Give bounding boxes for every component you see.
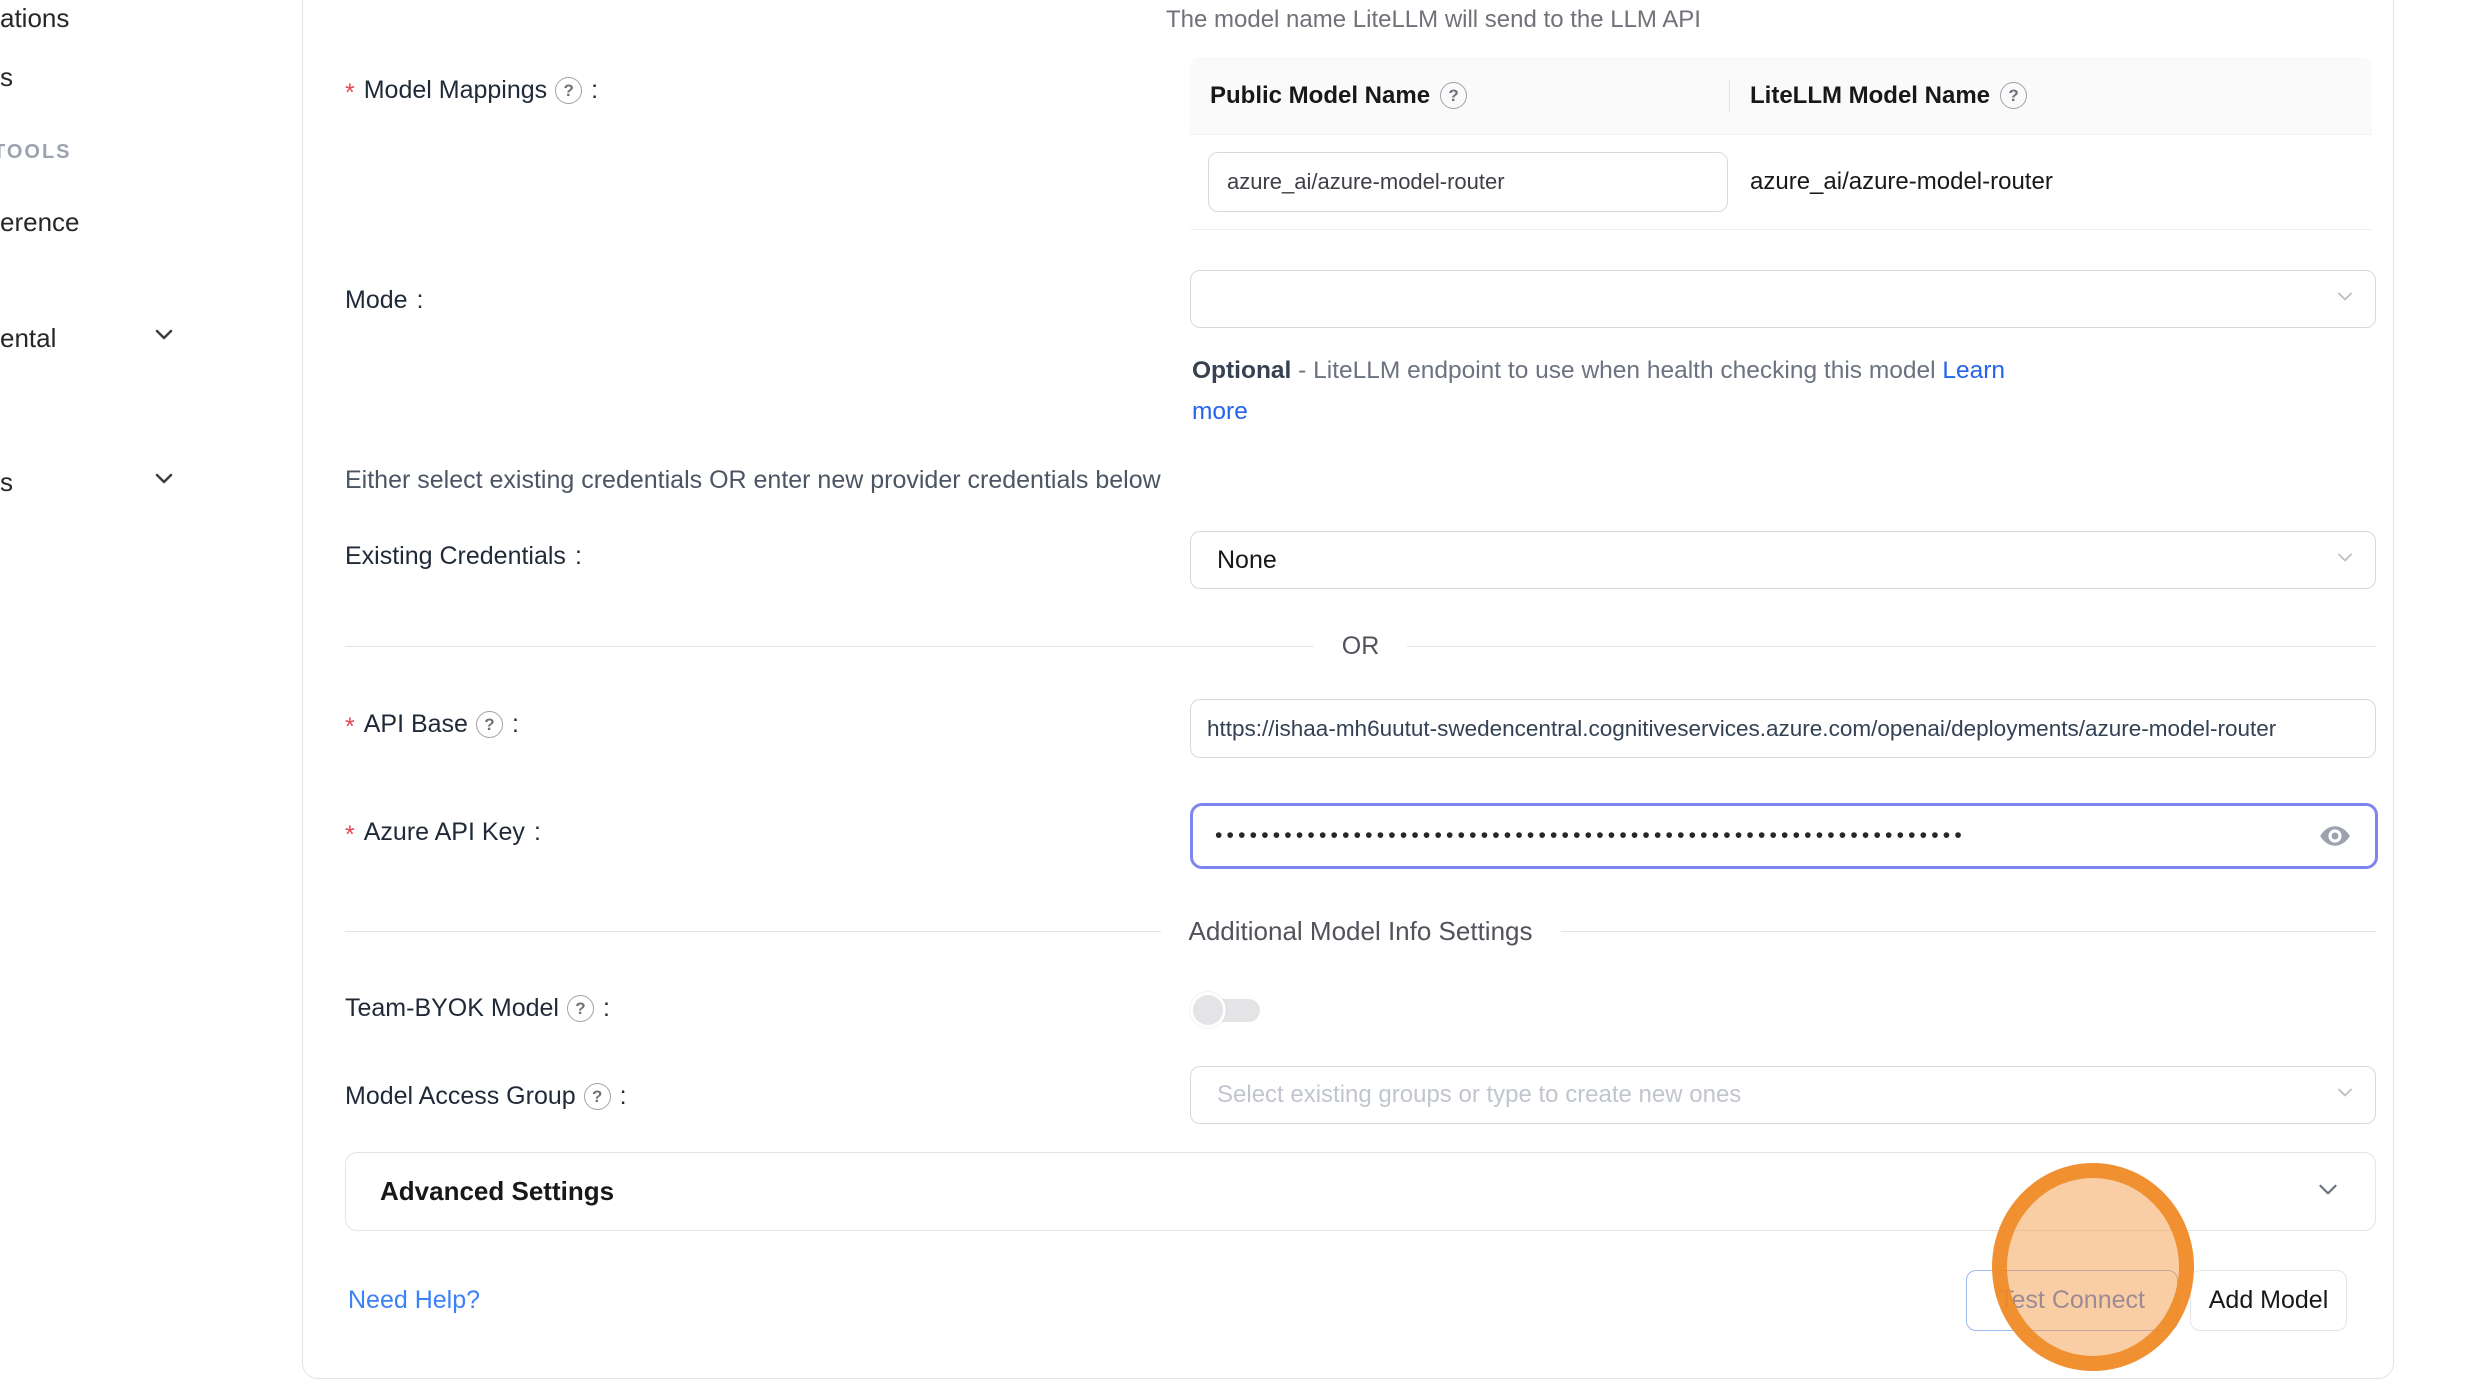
column-header-public-model-name: Public Model Name ? [1190, 57, 1730, 134]
azure-api-key-label: * Azure API Key : [345, 818, 541, 847]
test-connect-button[interactable]: Test Connect [1966, 1270, 2178, 1331]
label-colon: : [417, 286, 424, 315]
help-icon[interactable]: ? [476, 711, 503, 738]
model-mappings-table: Public Model Name ? LiteLLM Model Name ?… [1190, 57, 2372, 230]
litellm-model-name-value: azure_ai/azure-model-router [1750, 168, 2053, 195]
team-byok-toggle[interactable] [1190, 990, 1264, 1030]
table-row: azure_ai/azure-model-router [1190, 135, 2372, 230]
label-colon: : [591, 76, 598, 105]
table-header-row: Public Model Name ? LiteLLM Model Name ? [1190, 57, 2372, 135]
column-header-litellm-model-name: LiteLLM Model Name ? [1730, 57, 2372, 134]
select-placeholder: Select existing groups or type to create… [1217, 1081, 1741, 1109]
label-colon: : [620, 1082, 627, 1111]
eye-icon[interactable] [2317, 818, 2353, 854]
required-asterisk: * [345, 713, 355, 742]
label-colon: : [534, 818, 541, 847]
chevron-down-icon [2335, 546, 2355, 575]
mode-help-text: Optional - LiteLLM endpoint to use when … [1192, 350, 2037, 432]
azure-api-key-input[interactable]: ••••••••••••••••••••••••••••••••••••••••… [1190, 803, 2378, 869]
existing-credentials-label: Existing Credentials : [345, 542, 582, 571]
model-mappings-label: * Model Mappings ? : [345, 76, 598, 105]
chevron-down-icon [2315, 1176, 2341, 1207]
chevron-down-icon [152, 322, 176, 351]
credentials-note: Either select existing credentials OR en… [345, 466, 1161, 495]
api-base-label: * API Base ? : [345, 710, 519, 739]
label-colon: : [603, 994, 610, 1023]
sidebar-section-tools: TOOLS [0, 141, 72, 164]
sidebar-item-guardrails[interactable]: s [0, 62, 13, 93]
api-base-input[interactable] [1190, 699, 2376, 758]
mode-label: Mode : [345, 286, 424, 315]
chevron-down-icon [152, 466, 176, 495]
public-model-name-input[interactable] [1208, 152, 1728, 212]
or-divider: OR [345, 632, 2376, 661]
advanced-settings-title: Advanced Settings [380, 1176, 614, 1207]
required-asterisk: * [345, 79, 355, 108]
label-colon: : [512, 710, 519, 739]
add-model-page: ations s TOOLS erence ental s The model … [0, 0, 2477, 1385]
chevron-down-icon [2335, 285, 2355, 314]
existing-credentials-select[interactable]: None [1190, 531, 2376, 589]
add-model-button[interactable]: Add Model [2190, 1270, 2347, 1331]
model-name-hint: The model name LiteLLM will send to the … [1166, 6, 1701, 34]
model-access-group-select[interactable]: Select existing groups or type to create… [1190, 1066, 2376, 1124]
chevron-down-icon [2335, 1081, 2355, 1110]
help-icon[interactable]: ? [584, 1083, 611, 1110]
model-access-group-label: Model Access Group ? : [345, 1082, 627, 1111]
advanced-settings-panel[interactable]: Advanced Settings [345, 1152, 2376, 1231]
required-asterisk: * [345, 821, 355, 850]
team-byok-label: Team-BYOK Model ? : [345, 994, 610, 1023]
sidebar-item-settings[interactable]: s [0, 467, 13, 498]
additional-info-divider: Additional Model Info Settings [345, 916, 2376, 947]
sidebar-item-organizations[interactable]: ations [0, 3, 69, 34]
help-icon[interactable]: ? [567, 995, 594, 1022]
label-colon: : [575, 542, 582, 571]
masked-password-value: ••••••••••••••••••••••••••••••••••••••••… [1215, 824, 2317, 848]
need-help-link[interactable]: Need Help? [348, 1286, 480, 1315]
help-icon[interactable]: ? [1440, 82, 1467, 109]
sidebar-item-experimental[interactable]: ental [0, 323, 56, 354]
help-icon[interactable]: ? [2000, 82, 2027, 109]
mode-select[interactable] [1190, 270, 2376, 328]
help-icon[interactable]: ? [555, 77, 582, 104]
sidebar-item-api-reference[interactable]: erence [0, 207, 80, 238]
